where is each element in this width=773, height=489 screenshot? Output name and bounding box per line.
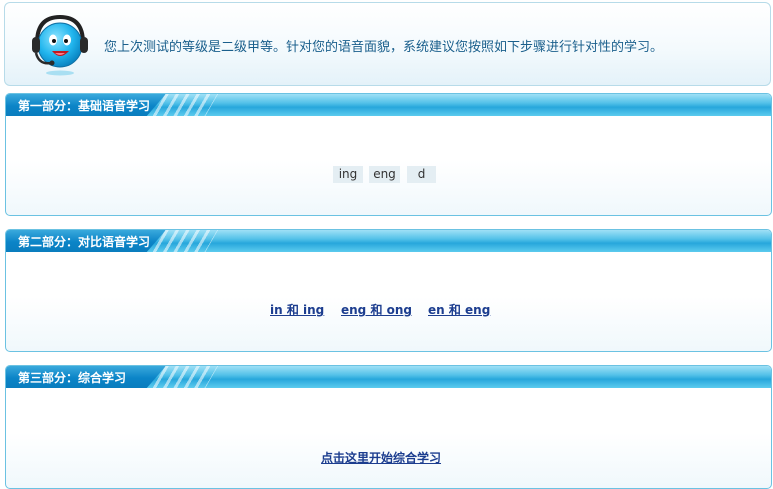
section-header: 第三部分：综合学习 [6,366,771,388]
section-title: 第一部分：基础语音学习 [18,99,151,113]
contrast-link-in-ing[interactable]: in 和 ing [270,301,324,318]
practice-item-eng[interactable]: eng [369,166,400,183]
recommendation-text: 您上次测试的等级是二级甲等。针对您的语音面貌，系统建议您按照如下步骤进行针对性的… [104,40,664,55]
contrast-link-en-eng[interactable]: en 和 eng [428,301,490,318]
section-contrast-pronunciation: 第二部分：对比语音学习 in 和 ing eng 和 ong en 和 eng [5,229,772,352]
recommendation-notice: 您上次测试的等级是二级甲等。针对您的语音面貌，系统建议您按照如下步骤进行针对性的… [4,2,771,86]
section-header: 第二部分：对比语音学习 [6,230,771,252]
section-basic-pronunciation: 第一部分：基础语音学习 ing eng d [5,93,772,216]
section-title: 第三部分：综合学习 [18,371,127,385]
practice-item-ing[interactable]: ing [333,166,363,183]
practice-item-d[interactable]: d [407,166,436,183]
contrast-link-eng-ong[interactable]: eng 和 ong [341,301,412,318]
section-title: 第二部分：对比语音学习 [18,235,151,249]
headset-mascot-icon [32,14,88,76]
section-header: 第一部分：基础语音学习 [6,94,771,116]
section-comprehensive: 第三部分：综合学习 点击这里开始综合学习 [5,365,772,489]
start-comprehensive-link[interactable]: 点击这里开始综合学习 [321,449,441,466]
